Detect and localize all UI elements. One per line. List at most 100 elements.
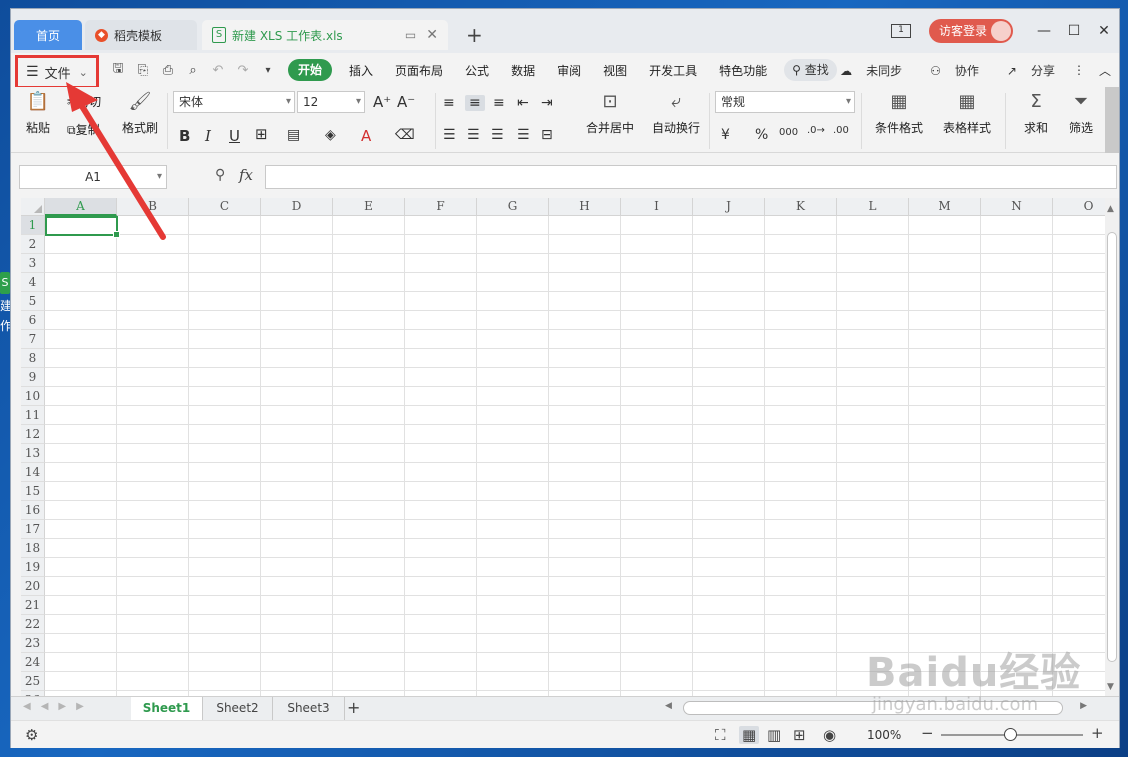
row-header[interactable]: 15 bbox=[21, 482, 45, 501]
scroll-up-icon[interactable]: ▲ bbox=[1107, 204, 1114, 214]
active-cell[interactable] bbox=[45, 216, 120, 238]
tab-start[interactable]: 开始 bbox=[288, 59, 333, 81]
underline-icon[interactable]: U bbox=[229, 127, 240, 145]
column-header[interactable]: I bbox=[621, 198, 693, 216]
row-header[interactable]: 14 bbox=[21, 463, 45, 482]
pin-icon[interactable]: ▭ bbox=[405, 28, 416, 42]
row-header[interactable]: 7 bbox=[21, 330, 45, 349]
row-header[interactable]: 1 bbox=[21, 216, 45, 235]
guest-login-button[interactable]: 访客登录 bbox=[928, 19, 1013, 43]
sheet-nav-arrows[interactable]: ◀◀▶▶ bbox=[23, 701, 94, 712]
zoom-out-icon[interactable]: − bbox=[921, 724, 934, 742]
vertical-scroll-thumb[interactable] bbox=[1107, 232, 1117, 662]
scroll-down-icon[interactable]: ▼ bbox=[1107, 682, 1114, 692]
cut-button[interactable]: ✂剪切 bbox=[67, 93, 101, 110]
spreadsheet-grid[interactable]: ABCDEFGHIJKLMNO 1 2 3 4 5 6 7 8 9 10 11 12 13 14 15 16 1… bbox=[21, 198, 1119, 696]
row-header[interactable]: 16 bbox=[21, 501, 45, 520]
align-bottom-icon[interactable]: ≡ bbox=[493, 95, 505, 111]
zoom-slider[interactable] bbox=[941, 728, 1083, 741]
save-icon[interactable]: 🖫 bbox=[107, 59, 129, 81]
justify-icon[interactable]: ☰ bbox=[517, 127, 530, 143]
column-header[interactable]: L bbox=[837, 198, 909, 216]
print-icon[interactable]: ⎙ bbox=[157, 63, 179, 78]
eraser-icon[interactable]: ⌫ bbox=[395, 127, 415, 143]
table-style-button[interactable]: ▦ 表格样式 bbox=[937, 91, 997, 136]
format-painter-button[interactable]: 🖌 格式刷 bbox=[121, 91, 159, 136]
row-header[interactable]: 9 bbox=[21, 368, 45, 387]
macro-icon[interactable]: ⚙ bbox=[25, 726, 38, 744]
sheet-tab-3[interactable]: Sheet3 bbox=[273, 697, 345, 720]
cell-area[interactable] bbox=[45, 216, 1105, 696]
column-header[interactable]: H bbox=[549, 198, 621, 216]
column-header[interactable]: K bbox=[765, 198, 837, 216]
tab-view[interactable]: 视图 bbox=[592, 62, 638, 79]
column-header[interactable]: D bbox=[261, 198, 333, 216]
tab-insert[interactable]: 插入 bbox=[338, 62, 384, 79]
tab-home[interactable]: 首页 bbox=[14, 20, 82, 50]
sheet-tab-1[interactable]: Sheet1 bbox=[131, 697, 203, 720]
align-right-icon[interactable]: ☰ bbox=[491, 127, 504, 143]
ribbon-scroll[interactable] bbox=[1105, 87, 1119, 153]
maximize-button[interactable]: ☐ bbox=[1059, 23, 1089, 39]
fill-color-icon[interactable]: ◈ bbox=[325, 127, 336, 143]
collaborate-button[interactable]: ⚇ 协作 bbox=[916, 62, 979, 79]
merge-center-button[interactable]: ⊡ 合并居中 bbox=[579, 91, 641, 136]
eye-protection-icon[interactable]: ◉ bbox=[823, 726, 836, 744]
column-header[interactable]: G bbox=[477, 198, 549, 216]
tab-data[interactable]: 数据 bbox=[500, 62, 546, 79]
column-header[interactable]: J bbox=[693, 198, 765, 216]
font-family-select[interactable]: 宋体 bbox=[173, 91, 295, 113]
minimize-button[interactable]: — bbox=[1029, 23, 1059, 39]
cell-style-icon[interactable]: ▤ bbox=[287, 127, 300, 143]
column-header[interactable]: E bbox=[333, 198, 405, 216]
increase-font-icon[interactable]: A⁺ bbox=[373, 93, 391, 111]
share-button[interactable]: ↗ 分享 bbox=[993, 62, 1055, 79]
border-icon[interactable]: ⊞ bbox=[255, 125, 268, 143]
increase-indent-icon[interactable]: ⇥ bbox=[541, 95, 553, 111]
increase-decimal-icon[interactable]: .0→ bbox=[807, 125, 825, 136]
row-header[interactable]: 21 bbox=[21, 596, 45, 615]
row-header[interactable]: 10 bbox=[21, 387, 45, 406]
column-header[interactable]: F bbox=[405, 198, 477, 216]
decrease-font-icon[interactable]: A⁻ bbox=[397, 93, 415, 111]
close-window-button[interactable]: ✕ bbox=[1089, 23, 1119, 39]
add-sheet-button[interactable]: + bbox=[347, 698, 360, 717]
conditional-format-button[interactable]: ▦ 条件格式 bbox=[869, 91, 929, 136]
tab-document[interactable]: S 新建 XLS 工作表.xls ▭ ✕ bbox=[202, 20, 448, 50]
select-all-corner[interactable] bbox=[21, 198, 45, 216]
row-header[interactable]: 22 bbox=[21, 615, 45, 634]
tab-templates[interactable]: ◆ 稻壳模板 bbox=[85, 20, 197, 50]
decrease-indent-icon[interactable]: ⇤ bbox=[517, 95, 529, 111]
font-size-select[interactable]: 12 bbox=[297, 91, 365, 113]
wrap-text-button[interactable]: ⤶ 自动换行 bbox=[649, 91, 703, 136]
row-header[interactable]: 3 bbox=[21, 254, 45, 273]
align-top-icon[interactable]: ≡ bbox=[443, 95, 455, 111]
scroll-left-icon[interactable]: ◀ bbox=[665, 701, 672, 711]
function-icon[interactable]: fx bbox=[239, 166, 253, 184]
customize-dropdown-icon[interactable]: ▾ bbox=[257, 65, 279, 76]
tab-special[interactable]: 特色功能 bbox=[708, 62, 778, 79]
zoom-slider-knob[interactable] bbox=[1004, 728, 1017, 741]
column-header[interactable]: N bbox=[981, 198, 1053, 216]
row-header[interactable]: 20 bbox=[21, 577, 45, 596]
fullscreen-icon[interactable]: ⛶ bbox=[715, 726, 726, 744]
row-header[interactable]: 13 bbox=[21, 444, 45, 463]
collapse-ribbon-icon[interactable]: ︿ bbox=[1099, 62, 1111, 79]
new-tab-button[interactable]: + bbox=[466, 23, 483, 47]
print-preview-icon[interactable]: ⌕ bbox=[182, 63, 204, 78]
tab-review[interactable]: 审阅 bbox=[546, 62, 592, 79]
vertical-scrollbar[interactable]: ▲ ▼ bbox=[1105, 198, 1119, 696]
normal-view-icon[interactable]: ▦ bbox=[739, 726, 760, 744]
page-layout-view-icon[interactable]: ▥ bbox=[767, 726, 781, 744]
align-left-icon[interactable]: ☰ bbox=[443, 127, 456, 143]
row-header[interactable]: 25 bbox=[21, 672, 45, 691]
formula-input[interactable] bbox=[265, 165, 1117, 189]
filter-button[interactable]: ⏷ 筛选 bbox=[1065, 91, 1097, 136]
close-tab-icon[interactable]: ✕ bbox=[426, 27, 438, 43]
row-header[interactable]: 2 bbox=[21, 235, 45, 254]
page-break-view-icon[interactable]: ⊞ bbox=[793, 726, 806, 744]
sheet-tab-2[interactable]: Sheet2 bbox=[203, 697, 273, 720]
decrease-decimal-icon[interactable]: .00 bbox=[833, 125, 849, 136]
row-header[interactable]: 18 bbox=[21, 539, 45, 558]
output-icon[interactable]: ⎘ bbox=[132, 63, 154, 78]
